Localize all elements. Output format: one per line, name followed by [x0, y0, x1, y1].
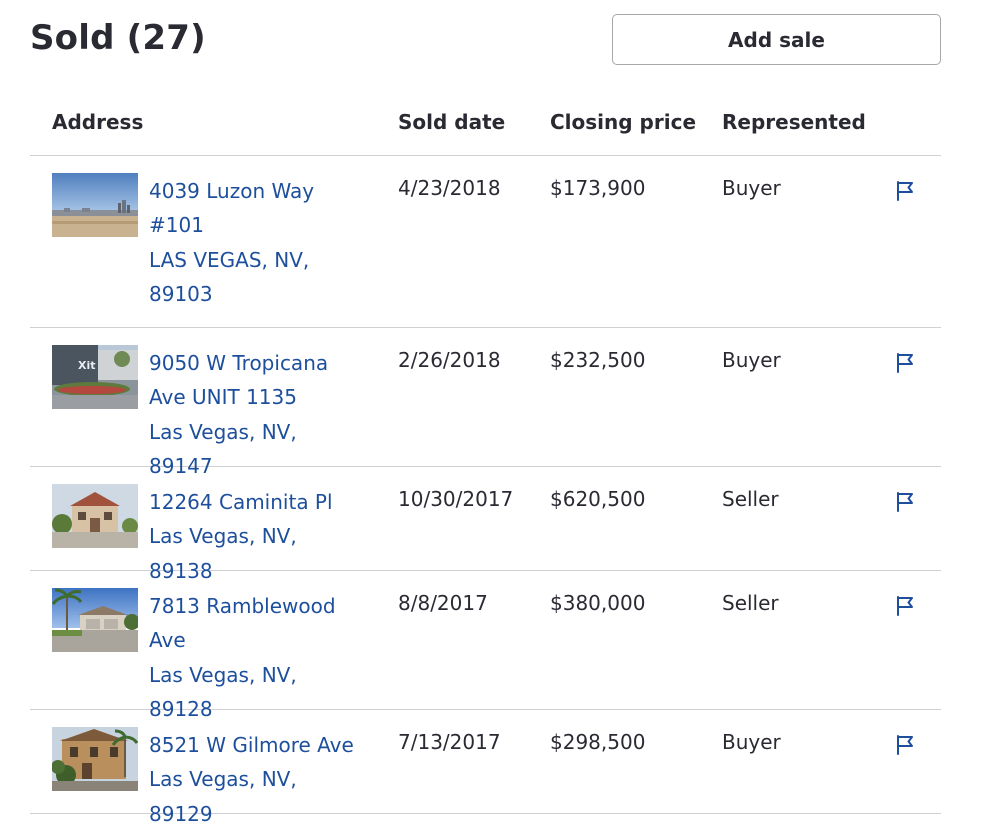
- page-title: Sold (27): [30, 18, 206, 58]
- sold-date: 8/8/2017: [398, 591, 488, 615]
- address-link[interactable]: 9050 W Tropicana Ave UNIT 1135 Las Vegas…: [149, 346, 364, 483]
- closing-price: $298,500: [550, 730, 646, 754]
- represented: Seller: [722, 487, 779, 511]
- sold-date: 4/23/2018: [398, 176, 501, 200]
- property-thumbnail[interactable]: [52, 727, 138, 791]
- address-link[interactable]: 8521 W Gilmore Ave Las Vegas, NV, 89129: [149, 728, 364, 827]
- add-sale-button[interactable]: Add sale: [612, 14, 941, 65]
- sold-date: 10/30/2017: [398, 487, 514, 511]
- flag-icon[interactable]: [894, 352, 916, 374]
- flag-icon[interactable]: [894, 595, 916, 617]
- property-thumbnail[interactable]: [52, 588, 138, 652]
- property-thumbnail[interactable]: Xit: [52, 345, 138, 409]
- sold-listings-table: Address Sold date Closing price Represen…: [30, 94, 941, 826]
- closing-price: $232,500: [550, 348, 646, 372]
- address-link[interactable]: 4039 Luzon Way #101 LAS VEGAS, NV, 89103: [149, 174, 364, 311]
- flag-icon[interactable]: [894, 491, 916, 513]
- represented: Buyer: [722, 730, 781, 754]
- table-row: Xit 9050 W Tropicana Ave UNIT 1135 Las V…: [30, 328, 941, 478]
- table-header: Address Sold date Closing price Represen…: [30, 94, 941, 156]
- property-thumbnail[interactable]: [52, 484, 138, 548]
- table-row: 12264 Caminita Pl Las Vegas, NV, 89138 1…: [30, 467, 941, 583]
- column-header-represented: Represented: [722, 110, 866, 134]
- represented: Buyer: [722, 176, 781, 200]
- address-link[interactable]: 7813 Ramblewood Ave Las Vegas, NV, 89128: [149, 589, 364, 726]
- column-header-closing-price: Closing price: [550, 110, 697, 134]
- page-header: Sold (27) Add sale: [30, 14, 941, 66]
- represented: Buyer: [722, 348, 781, 372]
- svg-text:Xit: Xit: [78, 359, 96, 372]
- flag-icon[interactable]: [894, 180, 916, 202]
- sold-date: 2/26/2018: [398, 348, 501, 372]
- table-row: 7813 Ramblewood Ave Las Vegas, NV, 89128…: [30, 571, 941, 721]
- closing-price: $620,500: [550, 487, 646, 511]
- table-row: 4039 Luzon Way #101 LAS VEGAS, NV, 89103…: [30, 156, 941, 328]
- closing-price: $173,900: [550, 176, 646, 200]
- property-thumbnail[interactable]: [52, 173, 138, 237]
- table-row: 8521 W Gilmore Ave Las Vegas, NV, 89129 …: [30, 710, 941, 826]
- sold-date: 7/13/2017: [398, 730, 501, 754]
- column-header-address: Address: [52, 110, 144, 134]
- closing-price: $380,000: [550, 591, 646, 615]
- flag-icon[interactable]: [894, 734, 916, 756]
- represented: Seller: [722, 591, 779, 615]
- column-header-sold-date: Sold date: [398, 110, 506, 134]
